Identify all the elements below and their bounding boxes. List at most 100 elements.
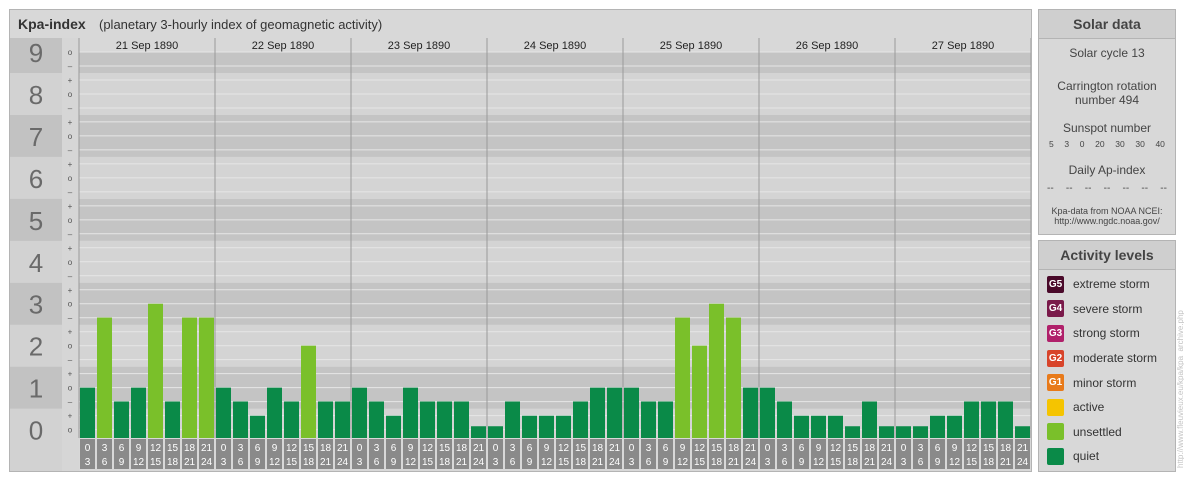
minor-tick-label: – [68, 314, 73, 323]
interval-end-label: 21 [184, 457, 196, 468]
interval-start-label: 21 [609, 443, 621, 454]
minor-tick-label: + [68, 370, 73, 379]
kp-bar [369, 401, 384, 438]
activity-label: quiet [1073, 449, 1100, 464]
side-credit-url: http://www.fleuvieux.eu/kpa/kpa_archive.… [1176, 310, 1184, 468]
interval-start-label: 15 [983, 443, 995, 454]
interval-start-label: 21 [745, 443, 757, 454]
interval-start-label: 18 [592, 443, 604, 454]
interval-end-label: 15 [558, 457, 570, 468]
kp-bar [182, 317, 197, 438]
interval-start-label: 0 [765, 443, 771, 454]
minor-tick-label: – [68, 62, 73, 71]
kp-bar [165, 401, 180, 438]
sunspot-value: 40 [1155, 139, 1165, 149]
activity-level-moderate-storm: G2 moderate storm [1039, 346, 1175, 371]
interval-end-label: 6 [238, 457, 244, 468]
activity-label: active [1073, 400, 1105, 415]
interval-start-label: 6 [391, 443, 397, 454]
interval-end-label: 3 [901, 457, 907, 468]
interval-end-label: 15 [830, 457, 842, 468]
activity-level-active: active [1039, 395, 1175, 420]
minor-tick-label: + [68, 202, 73, 211]
interval-start-label: 9 [952, 443, 958, 454]
interval-start-label: 0 [357, 443, 363, 454]
ap-value: -- [1122, 183, 1130, 194]
y-tick-label: 2 [29, 332, 43, 362]
activity-levels-list: G5 extreme storm G4 severe storm G3 strong st… [1039, 270, 1175, 469]
interval-end-label: 9 [663, 457, 669, 468]
activity-level-unsettled: unsettled [1039, 420, 1175, 445]
interval-end-label: 24 [473, 457, 485, 468]
interval-end-label: 12 [949, 457, 961, 468]
interval-start-label: 9 [272, 443, 278, 454]
interval-start-label: 18 [1000, 443, 1012, 454]
day-label: 21 Sep 1890 [116, 40, 178, 52]
kp-bar [607, 387, 622, 438]
activity-level-strong-storm: G3 strong storm [1039, 321, 1175, 346]
kp-bar [488, 426, 503, 438]
ap-value: -- [1141, 183, 1149, 194]
interval-end-label: 3 [765, 457, 771, 468]
y-tick-label: 9 [29, 38, 43, 68]
kp-bar [250, 415, 265, 438]
interval-end-label: 6 [374, 457, 380, 468]
ap-value: -- [1160, 183, 1167, 194]
activity-level-severe-storm: G4 severe storm [1039, 297, 1175, 322]
y-tick-label: 7 [29, 122, 43, 152]
day-label: 25 Sep 1890 [660, 40, 722, 52]
ap-value: -- [1047, 183, 1054, 194]
kp-bar [879, 426, 894, 438]
interval-start-label: 21 [337, 443, 349, 454]
y-tick-label: 1 [29, 374, 43, 404]
kp-bar [760, 387, 775, 438]
interval-end-label: 9 [527, 457, 533, 468]
kp-bar [811, 415, 826, 438]
activity-level-quiet: quiet [1039, 444, 1175, 469]
activity-level-minor-storm: G1 minor storm [1039, 370, 1175, 395]
interval-start-label: 12 [150, 443, 162, 454]
y-tick-label: 8 [29, 80, 43, 110]
activity-label: minor storm [1073, 375, 1137, 390]
kp-bar [590, 387, 605, 438]
kp-bar [709, 303, 724, 438]
activity-swatch [1047, 423, 1064, 441]
kp-bar [896, 426, 911, 438]
kp-bar [335, 401, 350, 438]
kp-bar [1015, 426, 1030, 438]
interval-end-label: 3 [493, 457, 499, 468]
kp-bar [777, 401, 792, 438]
minor-tick-label: + [68, 76, 73, 85]
interval-start-label: 9 [136, 443, 142, 454]
activity-label: moderate storm [1073, 351, 1158, 366]
interval-start-label: 21 [201, 443, 213, 454]
kp-bar [318, 401, 333, 438]
interval-end-label: 9 [799, 457, 805, 468]
kp-bar [301, 345, 316, 438]
chart-subtitle: (planetary 3-hourly index of geomagnetic… [99, 17, 383, 32]
minor-tick-label: o [68, 174, 73, 183]
interval-start-label: 3 [238, 443, 244, 454]
interval-end-label: 12 [813, 457, 825, 468]
minor-tick-label: + [68, 412, 73, 421]
kp-bar [267, 387, 282, 438]
interval-start-label: 18 [184, 443, 196, 454]
data-source-link[interactable]: http://www.ngdc.noaa.gov/ [1039, 216, 1175, 226]
kp-bar [148, 303, 163, 438]
kp-bar [675, 317, 690, 438]
interval-end-label: 24 [201, 457, 213, 468]
interval-end-label: 24 [337, 457, 349, 468]
interval-start-label: 15 [167, 443, 179, 454]
kp-bar [794, 415, 809, 438]
solar-data-panel: Solar data Solar cycle 13 Carrington rot… [1038, 9, 1176, 235]
minor-tick-label: o [68, 132, 73, 141]
data-source-line-1: Kpa-data from NOAA NCEI: [1051, 206, 1163, 216]
kp-bar [522, 415, 537, 438]
interval-start-label: 12 [286, 443, 298, 454]
interval-start-label: 12 [966, 443, 978, 454]
ap-value: -- [1103, 183, 1111, 194]
kp-bar [403, 387, 418, 438]
interval-end-label: 21 [592, 457, 604, 468]
interval-end-label: 15 [150, 457, 162, 468]
interval-end-label: 6 [510, 457, 516, 468]
